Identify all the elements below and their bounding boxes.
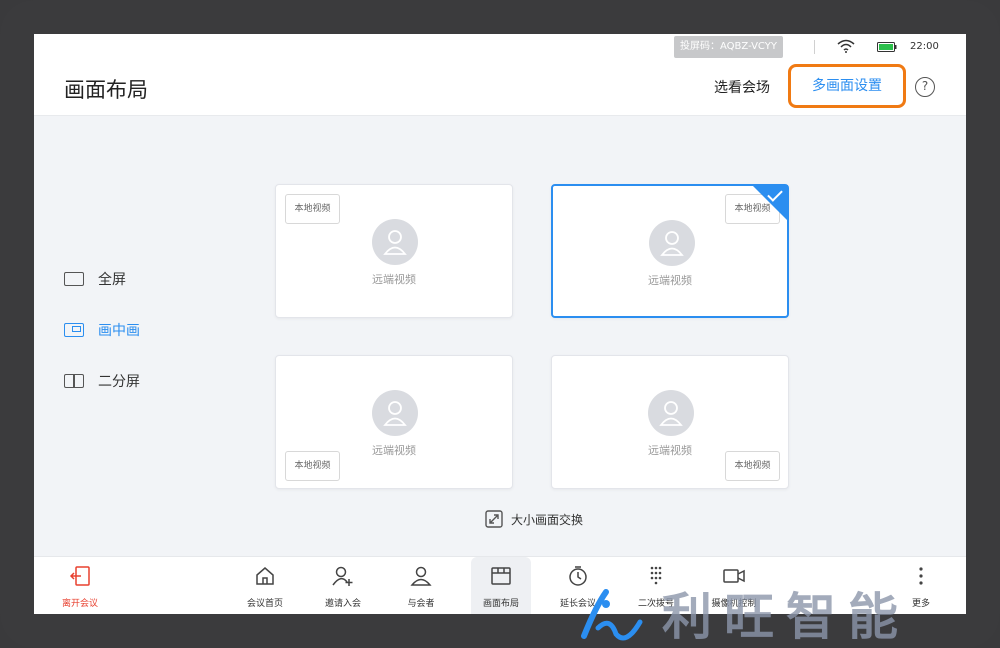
camera-icon bbox=[723, 569, 745, 583]
add-user-icon bbox=[332, 566, 353, 586]
layout-option-label: 二分屏 bbox=[98, 374, 140, 390]
nav-participants[interactable]: 与会者 bbox=[391, 557, 451, 614]
selected-corner bbox=[752, 185, 788, 221]
user-icon bbox=[410, 566, 432, 586]
status-divider bbox=[814, 40, 815, 54]
layout-option-split[interactable]: 二分屏 bbox=[64, 370, 140, 392]
wifi-icon bbox=[837, 39, 855, 53]
swap-size-button[interactable]: 大小画面交换 bbox=[485, 510, 583, 528]
screen: 投屏码：AQBZ-VCYY 22:00 画面布局 选看会场 多画面设置 ? 全屏… bbox=[34, 34, 966, 614]
header: 画面布局 选看会场 多画面设置 ? bbox=[34, 60, 966, 116]
remote-video-label: 远端视频 bbox=[372, 273, 416, 286]
layout-card-top-left[interactable]: 本地视频 远端视频 bbox=[275, 184, 513, 318]
swap-icon bbox=[485, 510, 503, 528]
watermark-logo-icon bbox=[581, 589, 643, 641]
layout-option-fullscreen[interactable]: 全屏 bbox=[64, 268, 126, 290]
user-icon bbox=[372, 390, 418, 436]
exit-icon bbox=[69, 566, 90, 586]
home-icon bbox=[256, 567, 274, 585]
layout-card-bottom-left[interactable]: 远端视频 本地视频 bbox=[275, 355, 513, 489]
select-venue-button[interactable]: 选看会场 bbox=[714, 77, 770, 97]
more-icon bbox=[919, 567, 923, 585]
dialpad-icon bbox=[650, 566, 662, 585]
pip-icon bbox=[64, 323, 84, 337]
status-bar: 投屏码：AQBZ-VCYY 22:00 bbox=[34, 34, 966, 60]
layout-option-label: 画中画 bbox=[98, 323, 140, 339]
watermark-text: 利旺智能 bbox=[662, 588, 910, 646]
nav-label: 画面布局 bbox=[482, 599, 519, 609]
remote-video-label: 远端视频 bbox=[648, 274, 692, 287]
layout-card-bottom-right[interactable]: 远端视频 本地视频 bbox=[551, 355, 789, 489]
local-video-tag: 本地视频 bbox=[285, 194, 340, 224]
user-icon bbox=[372, 219, 418, 265]
swap-label: 大小画面交换 bbox=[511, 512, 584, 527]
help-icon[interactable]: ? bbox=[915, 77, 935, 97]
battery-icon bbox=[877, 42, 897, 52]
user-icon bbox=[648, 390, 694, 436]
watermark: 利旺智能 bbox=[576, 586, 1000, 648]
layout-card-top-right[interactable]: 本地视频 远端视频 bbox=[551, 184, 789, 318]
local-video-tag: 本地视频 bbox=[725, 451, 780, 481]
nav-label: 会议首页 bbox=[246, 599, 283, 609]
nav-invite[interactable]: 邀请入会 bbox=[313, 557, 373, 614]
leave-meeting-button[interactable]: 离开会议 bbox=[50, 557, 110, 614]
nav-layout[interactable]: 画面布局 bbox=[471, 557, 531, 614]
nav-meeting-home[interactable]: 会议首页 bbox=[235, 557, 295, 614]
layout-icon bbox=[491, 567, 511, 585]
nav-label: 与会者 bbox=[407, 599, 435, 609]
layout-option-label: 全屏 bbox=[98, 272, 126, 288]
user-icon bbox=[649, 220, 695, 266]
clock: 22:00 bbox=[910, 41, 939, 52]
multi-screen-settings-button[interactable]: 多画面设置 bbox=[788, 64, 906, 108]
nav-label: 邀请入会 bbox=[324, 599, 361, 609]
cast-code-badge: 投屏码：AQBZ-VCYY bbox=[674, 36, 783, 58]
split-screen-icon bbox=[64, 374, 84, 388]
timer-icon bbox=[569, 566, 587, 586]
fullscreen-icon bbox=[64, 272, 84, 286]
page-title: 画面布局 bbox=[64, 78, 148, 102]
layout-option-pip[interactable]: 画中画 bbox=[64, 319, 140, 341]
nav-label: 离开会议 bbox=[61, 599, 98, 609]
local-video-tag: 本地视频 bbox=[285, 451, 340, 481]
